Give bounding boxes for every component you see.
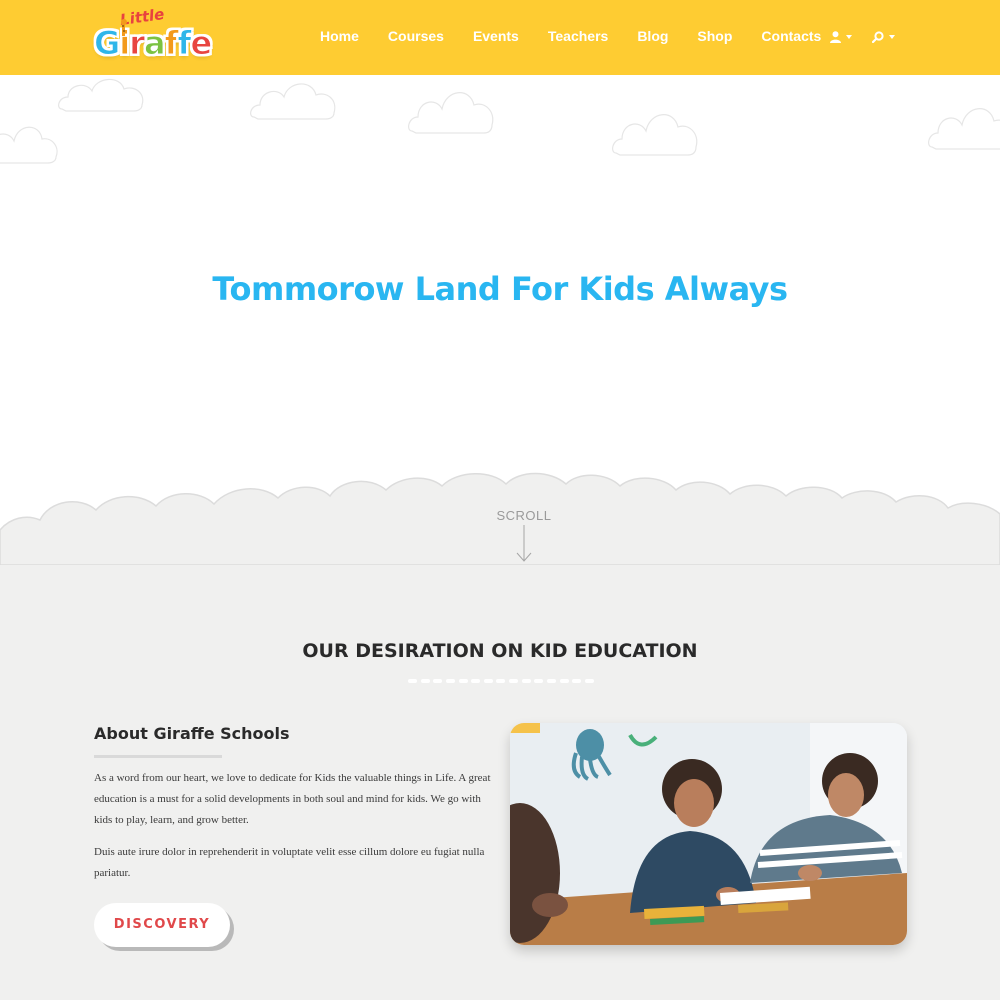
user-icon xyxy=(830,31,841,43)
search-button[interactable] xyxy=(872,29,895,45)
user-menu-button[interactable] xyxy=(830,29,852,45)
nav-item-blog[interactable]: Blog xyxy=(637,28,668,48)
classroom-photo xyxy=(510,723,907,945)
logo-letter: a xyxy=(144,24,167,63)
logo-letter: f xyxy=(177,24,192,63)
nav-item-contacts[interactable]: Contacts xyxy=(761,28,821,48)
giraffe-icon xyxy=(121,19,127,36)
logo-letter: G xyxy=(93,24,120,63)
about-heading: About Giraffe Schools xyxy=(94,724,290,743)
chevron-down-icon xyxy=(889,35,895,39)
section-title: OUR DESIRATION ON KID EDUCATION xyxy=(302,640,698,662)
title-divider xyxy=(408,679,594,684)
heading-underline xyxy=(94,755,222,758)
hero-section: Tommorow Land For Kids Always xyxy=(0,75,1000,565)
nav-item-teachers[interactable]: Teachers xyxy=(548,28,608,48)
scroll-down-button[interactable]: SCROLL xyxy=(474,508,574,568)
chevron-down-icon xyxy=(846,35,852,39)
logo-letter: r xyxy=(129,24,146,63)
cloud-decoration xyxy=(250,83,336,120)
cloud-decoration xyxy=(58,78,144,112)
logo-letter: f xyxy=(164,24,179,63)
nav-item-shop[interactable]: Shop xyxy=(697,28,732,48)
logo-letter: e xyxy=(190,24,213,63)
cloud-decoration xyxy=(928,108,1000,150)
main-nav: Home Courses Events Teachers Blog Shop C… xyxy=(306,28,850,48)
little-giraffe-logo[interactable]: Little Giraffe xyxy=(92,5,242,68)
nav-item-courses[interactable]: Courses xyxy=(388,28,444,48)
logo-wordmark: Giraffe xyxy=(93,24,213,63)
hero-title: Tommorow Land For Kids Always xyxy=(212,270,788,308)
search-icon xyxy=(872,31,884,43)
cloud-decoration xyxy=(612,114,698,156)
site-header: Little Giraffe Home Courses Events Teach… xyxy=(0,0,1000,75)
scroll-label: SCROLL xyxy=(496,508,552,523)
cloud-decoration xyxy=(0,126,58,164)
discovery-button[interactable]: DISCOVERY xyxy=(94,903,230,947)
nav-item-events[interactable]: Events xyxy=(473,28,519,48)
about-paragraph-1: As a word from our heart, we love to ded… xyxy=(94,772,491,826)
nav-item-home[interactable]: Home xyxy=(320,28,359,48)
arrow-down-icon xyxy=(516,525,532,562)
classroom-photo-illustration xyxy=(510,723,907,945)
cloud-decoration xyxy=(408,92,494,134)
about-paragraph-2: Duis aute irure dolor in reprehenderit i… xyxy=(94,846,485,879)
